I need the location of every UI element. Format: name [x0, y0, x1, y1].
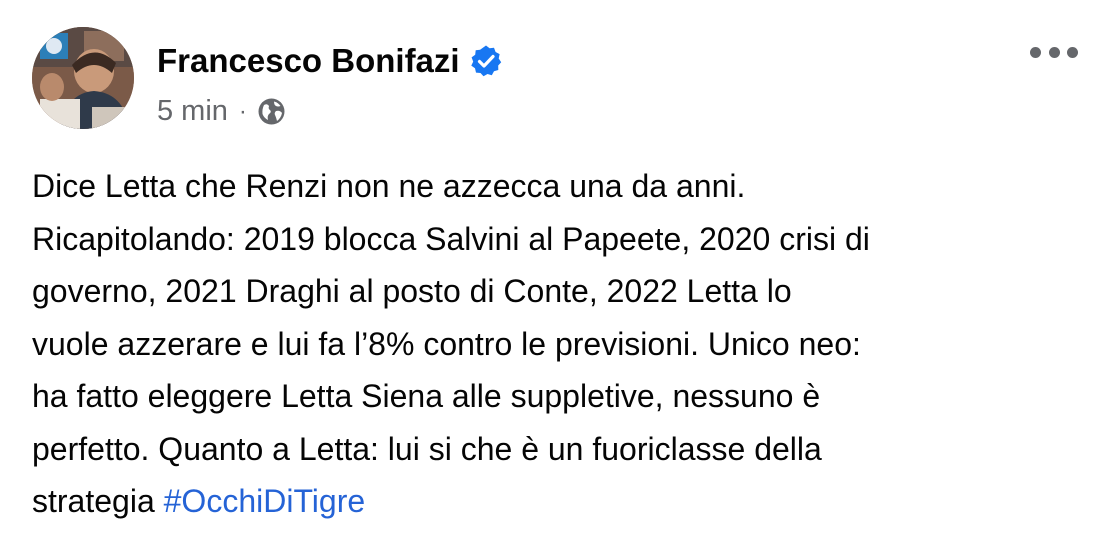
verified-badge-icon [469, 44, 503, 78]
more-options-icon[interactable] [1030, 40, 1078, 64]
author-name[interactable]: Francesco Bonifazi [157, 42, 460, 80]
post-text-line: vuole azzerare e lui fa l’8% contro le p… [32, 325, 861, 362]
post-text-line: Dice Letta che Renzi non ne azzecca una … [32, 168, 746, 204]
post-meta: 5 min · [157, 95, 287, 128]
meta-separator: · [238, 97, 247, 125]
more-dot [1030, 46, 1041, 58]
avatar[interactable] [32, 27, 134, 129]
post-author[interactable]: Francesco Bonifazi [157, 42, 503, 80]
more-dot [1048, 46, 1060, 58]
post-text-line: ha fatto eleggere Letta Siena alle suppl… [32, 378, 821, 414]
post-text: Dice Letta che Renzi non ne azzecca una … [32, 160, 1082, 528]
more-dot [1067, 46, 1078, 58]
post-text-last-line: strategia #OcchiDiTigre [32, 475, 1082, 528]
post-text-line: perfetto. Quanto a Letta: lui si che è u… [32, 430, 822, 467]
post-time[interactable]: 5 min [157, 95, 228, 128]
post-text-line-start: strategia [32, 483, 164, 519]
hashtag-link[interactable]: #OcchiDiTigre [164, 483, 366, 519]
post-text-line: Ricapitolando: 2019 blocca Salvini al Pa… [32, 220, 870, 257]
post-text-line: governo, 2021 Draghi al posto di Conte, … [32, 273, 792, 309]
avatar-photo [32, 27, 134, 129]
globe-icon[interactable] [256, 96, 287, 127]
